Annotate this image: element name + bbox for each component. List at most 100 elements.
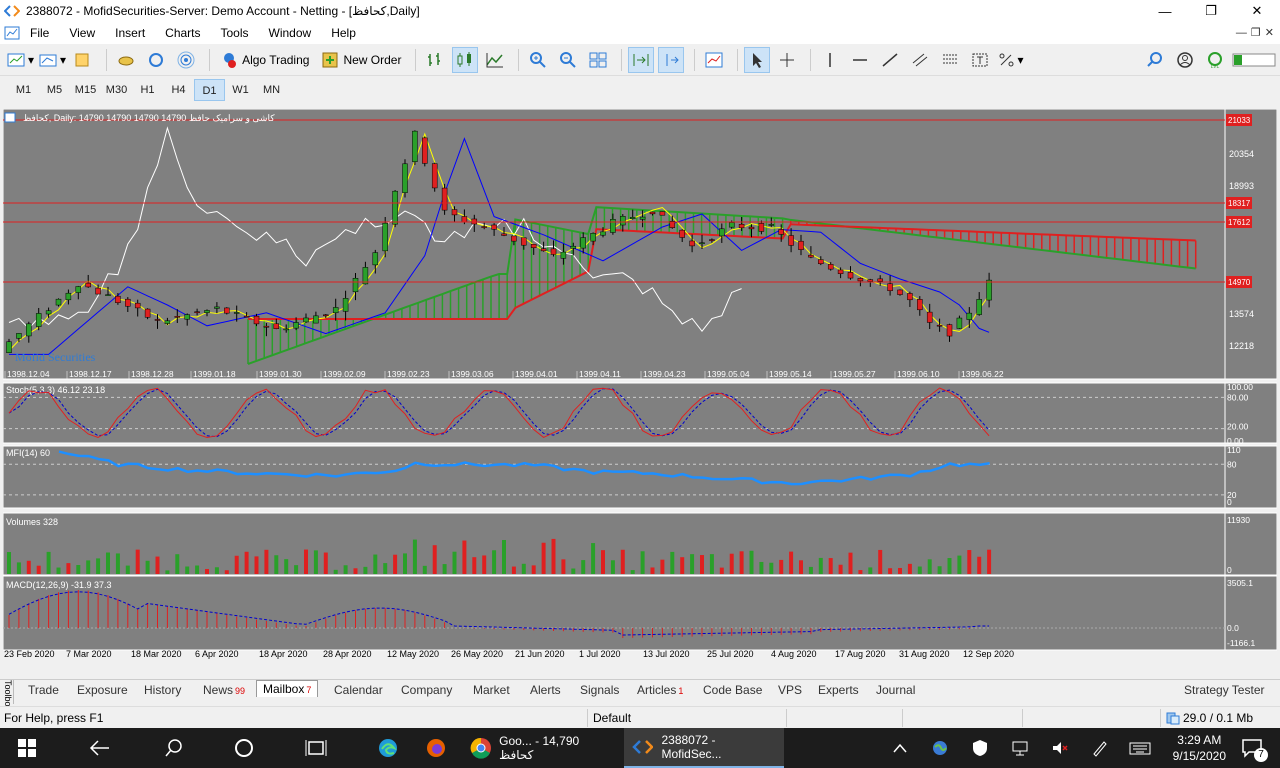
candle-body: [748, 226, 755, 230]
firefox-button[interactable]: [414, 728, 458, 768]
new-order-button[interactable]: New Order: [317, 47, 405, 73]
tray-volume[interactable]: [1046, 728, 1074, 768]
profiles-button[interactable]: ▾: [38, 47, 66, 73]
timeframe-w1[interactable]: W1: [225, 79, 256, 101]
chart-window-icon[interactable]: [4, 25, 20, 41]
signals-button[interactable]: [173, 47, 199, 73]
tab-strategy-tester[interactable]: Strategy Tester: [1184, 683, 1264, 697]
tab-code-base[interactable]: Code Base: [703, 683, 762, 697]
taskbar-chrome-window[interactable]: Goo... - 14,790 کحافظ: [462, 728, 620, 768]
tab-alerts[interactable]: Alerts: [530, 683, 561, 697]
menu-view[interactable]: View: [59, 22, 105, 44]
navigator-button[interactable]: [143, 47, 169, 73]
horizontal-line-button[interactable]: [847, 47, 873, 73]
tray-network[interactable]: [1006, 728, 1034, 768]
volume-muted-icon: [1053, 742, 1068, 754]
tray-pen[interactable]: [1086, 728, 1114, 768]
main-date-label: 1399.06.10: [897, 369, 940, 379]
tab-signals[interactable]: Signals: [580, 683, 619, 697]
tab-vps[interactable]: VPS: [778, 683, 802, 697]
mdi-restore-button[interactable]: ❐: [1251, 22, 1261, 44]
pen-icon: [1093, 741, 1107, 757]
timeframe-h4[interactable]: H4: [163, 79, 194, 101]
line-chart-button[interactable]: [482, 47, 508, 73]
timeframe-h1[interactable]: H1: [132, 79, 163, 101]
search-button[interactable]: [1142, 47, 1168, 73]
account-button[interactable]: [1172, 47, 1198, 73]
menu-help[interactable]: Help: [321, 22, 366, 44]
algo-trading-button[interactable]: Algo Trading: [216, 47, 313, 73]
maximize-button[interactable]: ❐: [1188, 0, 1234, 22]
auto-scroll-button[interactable]: [628, 46, 655, 73]
candle-body: [986, 279, 992, 301]
candle-body: [105, 294, 111, 296]
timeframe-m5[interactable]: M5: [39, 79, 70, 101]
price-chart[interactable]: 21033 20354 18993 18317 17612 14970 13574 12218…: [3, 109, 1277, 667]
menu-file[interactable]: File: [20, 22, 59, 44]
clock-time: 3:29 AM: [1177, 733, 1222, 747]
taskbar-metatrader-window[interactable]: 2388072 - MofidSec...: [624, 728, 784, 768]
tab-mailbox[interactable]: Mailbox 7: [256, 680, 319, 697]
toolbox-toggle[interactable]: Toolbox: [0, 680, 14, 711]
timeframe-m15[interactable]: M15: [70, 79, 101, 101]
mdi-close-button[interactable]: ✕: [1265, 22, 1274, 44]
crosshair-tool-button[interactable]: [774, 47, 800, 73]
task-view-button[interactable]: [292, 728, 340, 768]
shapes-button[interactable]: ▾: [997, 47, 1024, 73]
back-button[interactable]: [76, 728, 124, 768]
zoom-in-button[interactable]: [525, 47, 551, 73]
system-clock[interactable]: 3:29 AM 9/15/2020: [1173, 732, 1226, 764]
tab-market[interactable]: Market: [473, 683, 510, 697]
tab-news[interactable]: News 99: [203, 683, 245, 697]
menu-insert[interactable]: Insert: [105, 22, 155, 44]
tab-company[interactable]: Company: [401, 683, 452, 697]
minimize-button[interactable]: —: [1142, 0, 1188, 22]
menu-window[interactable]: Window: [259, 22, 322, 44]
title-bar: 2388072 - MofidSecurities-Server: Demo A…: [0, 0, 1280, 22]
timeframe-m30[interactable]: M30: [101, 79, 132, 101]
bar-chart-button[interactable]: [422, 47, 448, 73]
tab-journal[interactable]: Journal: [876, 683, 915, 697]
zoom-out-button[interactable]: [555, 47, 581, 73]
tab-history[interactable]: History: [144, 683, 181, 697]
tab-calendar[interactable]: Calendar: [334, 683, 383, 697]
cursor-tool-button[interactable]: [744, 46, 771, 73]
edge-button[interactable]: [364, 728, 412, 768]
bottom-date-label: 6 Apr 2020: [195, 649, 239, 659]
candlestick-button[interactable]: [452, 46, 479, 73]
notification-center-button[interactable]: 7: [1232, 728, 1272, 768]
templates-button[interactable]: [70, 47, 96, 73]
start-button[interactable]: [0, 728, 54, 768]
tab-articles[interactable]: Articles 1: [637, 683, 683, 697]
equidistant-channel-button[interactable]: [907, 47, 933, 73]
tray-globe[interactable]: [926, 728, 954, 768]
new-chart-button[interactable]: ▾: [6, 47, 34, 73]
menu-charts[interactable]: Charts: [155, 22, 210, 44]
close-button[interactable]: ✕: [1234, 0, 1280, 22]
menu-tools[interactable]: Tools: [211, 22, 259, 44]
level-button[interactable]: LVL: [1202, 47, 1228, 73]
text-tool-button[interactable]: [967, 47, 993, 73]
fibonacci-button[interactable]: [937, 47, 963, 73]
cortana-button[interactable]: [220, 728, 268, 768]
candle-body: [332, 307, 339, 314]
timeframe-m1[interactable]: M1: [8, 79, 39, 101]
candle-body: [976, 299, 982, 315]
tray-security[interactable]: [966, 728, 994, 768]
tray-chevron[interactable]: [886, 728, 914, 768]
tab-exposure[interactable]: Exposure: [77, 683, 128, 697]
timeframe-mn[interactable]: MN: [256, 79, 287, 101]
market-watch-button[interactable]: [113, 47, 139, 73]
tab-experts[interactable]: Experts: [818, 683, 859, 697]
timeframe-d1[interactable]: D1: [194, 79, 225, 101]
tile-windows-button[interactable]: [585, 47, 611, 73]
trendline-button[interactable]: [877, 47, 903, 73]
tray-keyboard[interactable]: [1126, 728, 1154, 768]
svg-text:LVL: LVL: [1211, 64, 1220, 69]
vertical-line-button[interactable]: [817, 47, 843, 73]
tab-trade[interactable]: Trade: [28, 683, 59, 697]
indicators-button[interactable]: [701, 47, 727, 73]
search-taskbar-button[interactable]: [150, 728, 198, 768]
mdi-minimize-button[interactable]: —: [1236, 22, 1247, 44]
chart-shift-button[interactable]: [658, 46, 685, 73]
